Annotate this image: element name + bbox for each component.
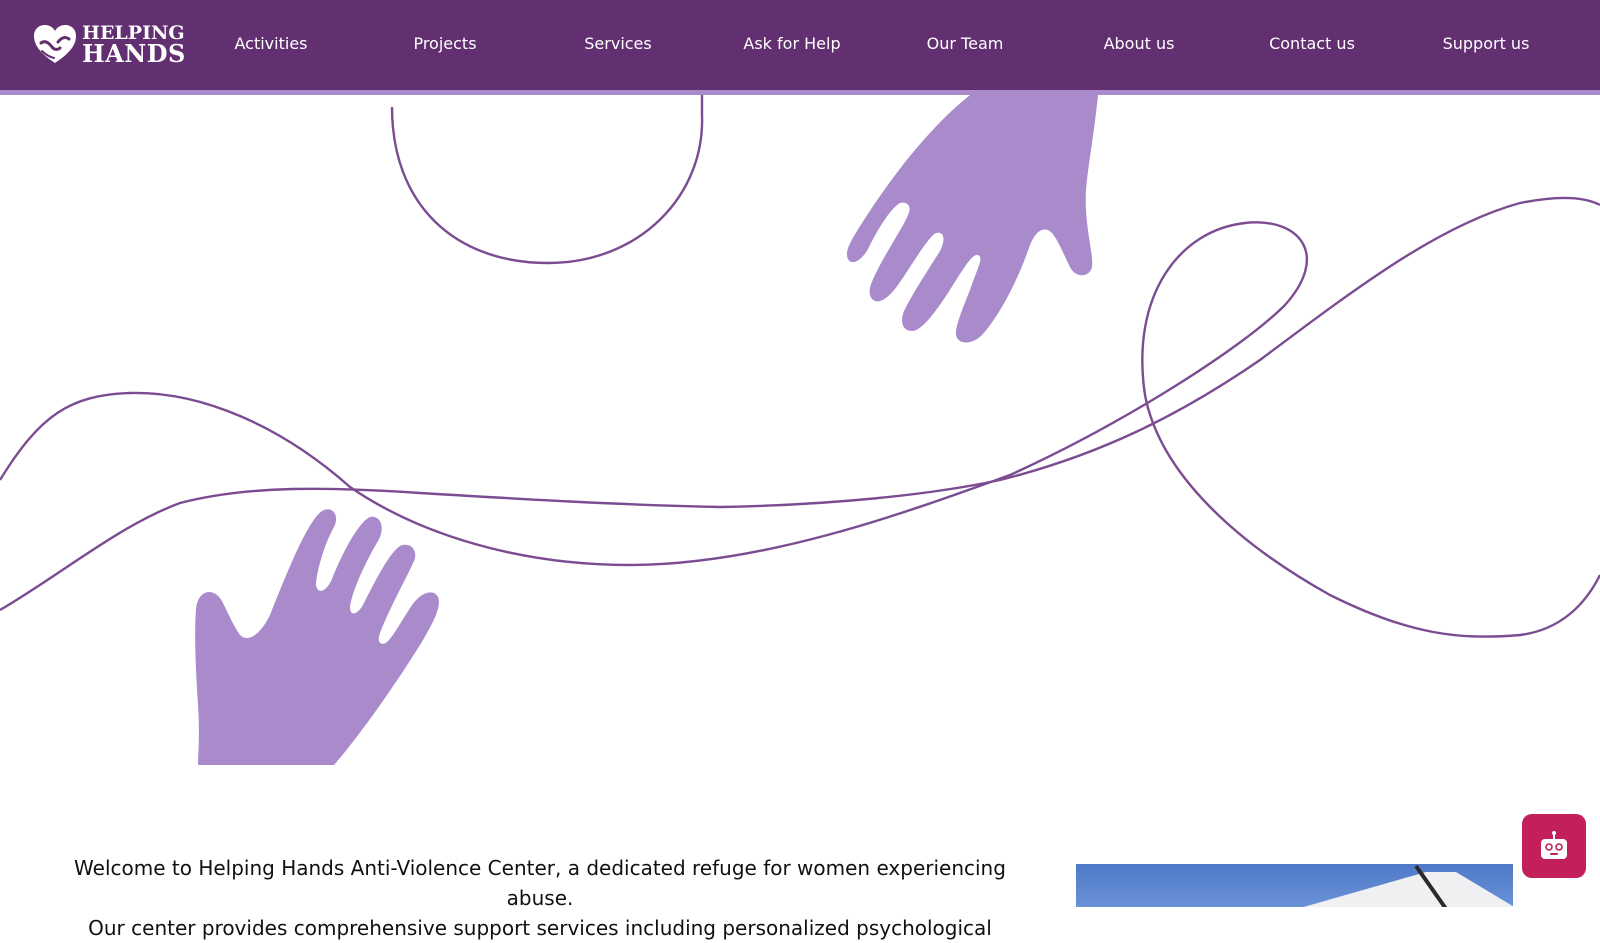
hero-flowing-line-2 — [0, 196, 1600, 612]
nav-about-us[interactable]: About us — [1104, 34, 1175, 53]
building-roof-shape — [1216, 872, 1513, 907]
hero-circle-outline — [390, 95, 704, 265]
nav-contact-us[interactable]: Contact us — [1269, 34, 1355, 53]
chatbot-button[interactable] — [1522, 814, 1586, 878]
top-navigation-bar: HELPING HANDS Activities Projects Servic… — [0, 0, 1600, 95]
heart-hands-icon — [34, 25, 76, 63]
hero-illustration — [0, 95, 1600, 765]
logo-line-2: HANDS — [82, 39, 186, 68]
nav-support-us[interactable]: Support us — [1443, 34, 1530, 53]
nav-projects[interactable]: Projects — [413, 34, 476, 53]
nav-our-team[interactable]: Our Team — [927, 34, 1004, 53]
site-logo[interactable]: HELPING HANDS — [32, 20, 192, 70]
intro-text-line-1: Welcome to Helping Hands Anti-Violence C… — [74, 856, 1006, 910]
robot-icon — [1541, 831, 1567, 859]
building-photo — [1076, 864, 1513, 907]
hero-hand-lower — [195, 509, 439, 765]
intro-section: Welcome to Helping Hands Anti-Violence C… — [65, 853, 1015, 943]
hero-flowing-line-1 — [0, 221, 1600, 638]
intro-text-line-2: Our center provides comprehensive suppor… — [88, 916, 992, 940]
nav-activities[interactable]: Activities — [235, 34, 308, 53]
nav-services[interactable]: Services — [584, 34, 651, 53]
nav-ask-for-help[interactable]: Ask for Help — [743, 34, 840, 53]
hero-hand-upper — [846, 95, 1098, 343]
logo-wordmark: HELPING HANDS — [82, 24, 186, 66]
